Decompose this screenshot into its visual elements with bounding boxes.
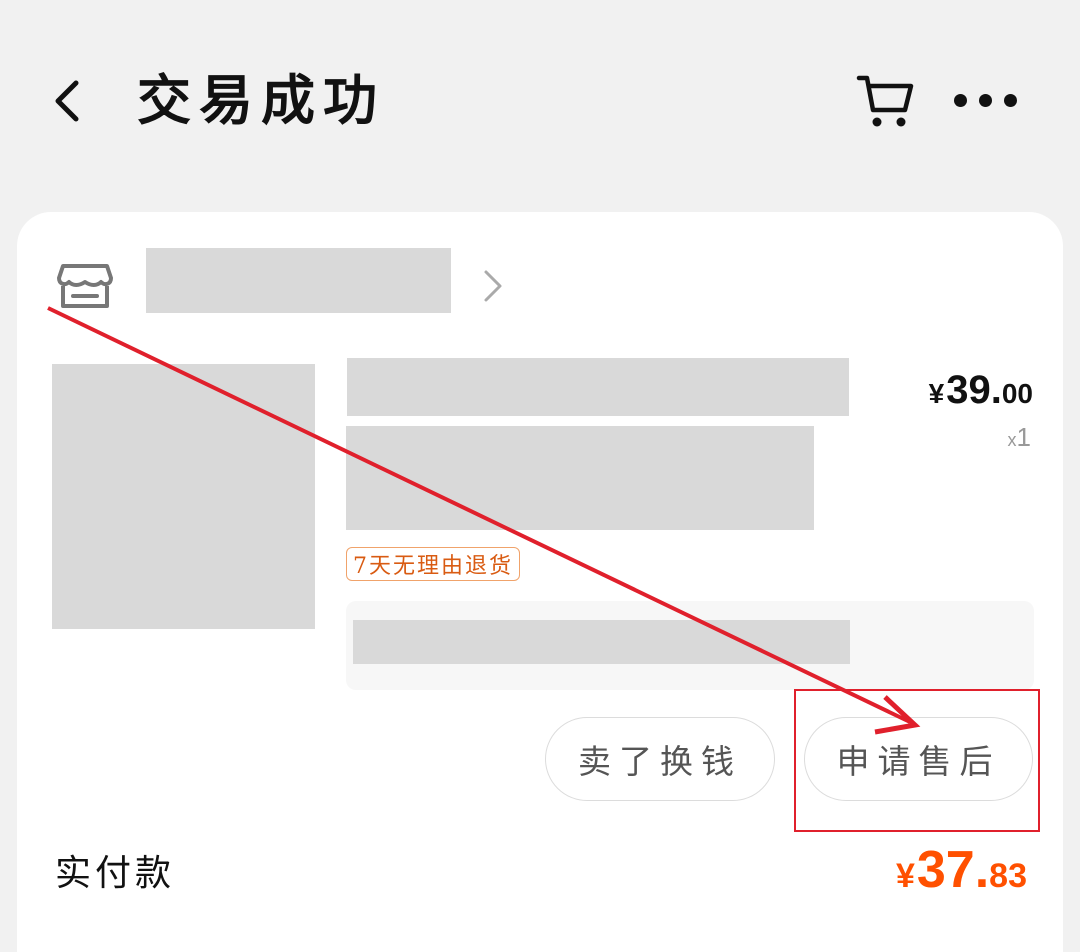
chevron-left-icon [55,80,79,122]
quantity-value: 1 [1016,422,1031,452]
quantity-prefix: x [1007,430,1017,450]
paid-amount: ¥ 37. 83 [896,840,1027,900]
cart-button[interactable] [852,68,918,134]
paid-symbol: ¥ [895,857,915,895]
paid-decimal: 83 [989,857,1027,895]
product-price: ¥ 39. 00 [929,368,1033,413]
order-card: ¥ 39. 00 x1 7天无理由退货 卖了换钱 申请售后 实付款 ¥ 37. … [17,212,1063,952]
price-decimal: 00 [1001,378,1033,409]
product-title-redacted-line2[interactable] [346,426,814,530]
back-button[interactable] [42,72,90,130]
return-policy-badge: 7天无理由退货 [346,547,520,581]
more-dot [978,93,992,107]
paid-integer: 37. [916,841,990,899]
chevron-right-icon[interactable] [481,268,505,304]
product-image-redacted[interactable] [52,364,315,629]
cart-icon [856,75,914,127]
sell-button[interactable]: 卖了换钱 [545,717,775,801]
price-symbol: ¥ [928,378,945,409]
more-dots-icon [953,93,967,107]
store-name-redacted[interactable] [146,248,451,313]
paid-amount-label: 实付款 [55,853,176,894]
page-title: 交易成功 [137,67,385,132]
price-integer: 39. [946,368,1002,412]
top-bar: 交易成功 [0,0,1080,190]
store-icon [55,260,115,312]
product-quantity: x1 [1008,422,1031,453]
sku-info-box [346,601,1034,690]
product-title-redacted[interactable] [347,358,849,416]
more-button[interactable] [945,80,1025,120]
annotation-highlight-box [794,689,1040,832]
more-dot [1003,93,1017,107]
sku-info-redacted [353,620,850,664]
